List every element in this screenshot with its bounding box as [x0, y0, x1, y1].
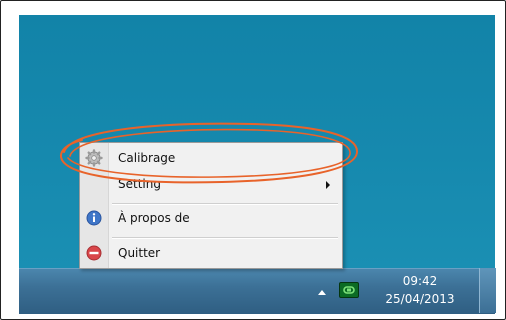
- submenu-arrow-icon: [326, 181, 330, 189]
- menu-item-setting[interactable]: Setting: [80, 171, 342, 197]
- show-desktop-button[interactable]: [479, 268, 496, 313]
- menu-item-calibrage[interactable]: Calibrage: [80, 145, 342, 171]
- gear-icon: [85, 149, 103, 171]
- tray-context-menu: Calibrage Setting À propos de Quitter: [79, 142, 343, 269]
- show-hidden-icons-arrow-icon[interactable]: [318, 290, 326, 295]
- clock-date: 25/04/2013: [385, 292, 455, 306]
- menu-item-quit[interactable]: Quitter: [80, 240, 342, 266]
- menu-item-label: Calibrage: [118, 151, 176, 165]
- tray-app-icon[interactable]: [339, 282, 359, 298]
- menu-item-label: À propos de: [118, 211, 190, 225]
- clock-time: 09:42: [402, 274, 438, 288]
- menu-item-about[interactable]: À propos de: [80, 205, 342, 231]
- menu-item-label: Setting: [118, 177, 161, 191]
- info-icon: [85, 209, 103, 231]
- menu-item-label: Quitter: [118, 246, 161, 260]
- menu-separator: [112, 237, 338, 239]
- quit-icon: [85, 244, 103, 266]
- taskbar-clock[interactable]: 09:42 25/04/2013: [370, 272, 470, 310]
